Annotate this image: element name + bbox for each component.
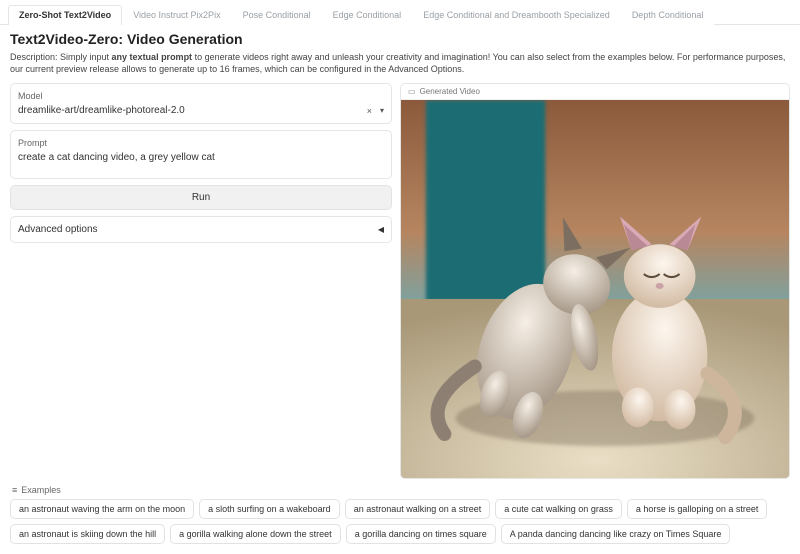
example-chip-4[interactable]: a horse is galloping on a street [627,499,768,519]
tab-1[interactable]: Video Instruct Pix2Pix [122,5,231,25]
tabs-bar: Zero-Shot Text2VideoVideo Instruct Pix2P… [0,4,800,25]
examples-row: an astronaut waving the arm on the moona… [10,499,790,544]
generated-video[interactable] [401,100,789,478]
example-chip-1[interactable]: a sloth surfing on a wakeboard [199,499,340,519]
description: Description: Simply input any textual pr… [10,51,790,75]
tab-4[interactable]: Edge Conditional and Dreambooth Speciali… [412,5,621,25]
example-chip-5[interactable]: an astronaut is skiing down the hill [10,524,165,544]
tab-0[interactable]: Zero-Shot Text2Video [8,5,122,25]
prompt-label: Prompt [18,138,384,148]
video-header-label: Generated Video [420,87,480,96]
example-chip-0[interactable]: an astronaut waving the arm on the moon [10,499,194,519]
model-panel: Model × ▾ [10,83,392,124]
desc-bold: any textual prompt [112,52,193,62]
example-chip-6[interactable]: a gorilla walking alone down the street [170,524,341,544]
examples-header: ≡ Examples [12,485,790,495]
example-chip-2[interactable]: an astronaut walking on a street [345,499,491,519]
example-chip-8[interactable]: A panda dancing dancing like crazy on Ti… [501,524,731,544]
model-dropdown-icon[interactable]: ▾ [380,106,384,115]
example-chip-3[interactable]: a cute cat walking on grass [495,499,622,519]
advanced-collapse-icon: ◀ [378,225,384,234]
tab-2[interactable]: Pose Conditional [232,5,322,25]
model-input[interactable] [18,105,367,116]
model-clear-icon[interactable]: × [367,106,372,116]
example-chip-7[interactable]: a gorilla dancing on times square [346,524,496,544]
video-icon: ▭ [408,87,416,96]
run-button[interactable]: Run [10,185,392,210]
tab-5[interactable]: Depth Conditional [621,5,715,25]
tab-3[interactable]: Edge Conditional [322,5,413,25]
examples-label: Examples [21,485,61,495]
prompt-panel: Prompt [10,130,392,179]
examples-icon: ≡ [12,485,17,495]
page-title: Text2Video-Zero: Video Generation [10,31,790,47]
advanced-options-label: Advanced options [18,224,98,235]
prompt-input[interactable] [18,152,384,168]
generated-video-panel: ▭ Generated Video [400,83,790,479]
advanced-options-panel[interactable]: Advanced options ◀ [10,216,392,243]
model-label: Model [18,91,384,101]
main-content: Text2Video-Zero: Video Generation Descri… [0,25,800,554]
desc-prefix: Description: Simply input [10,52,112,62]
